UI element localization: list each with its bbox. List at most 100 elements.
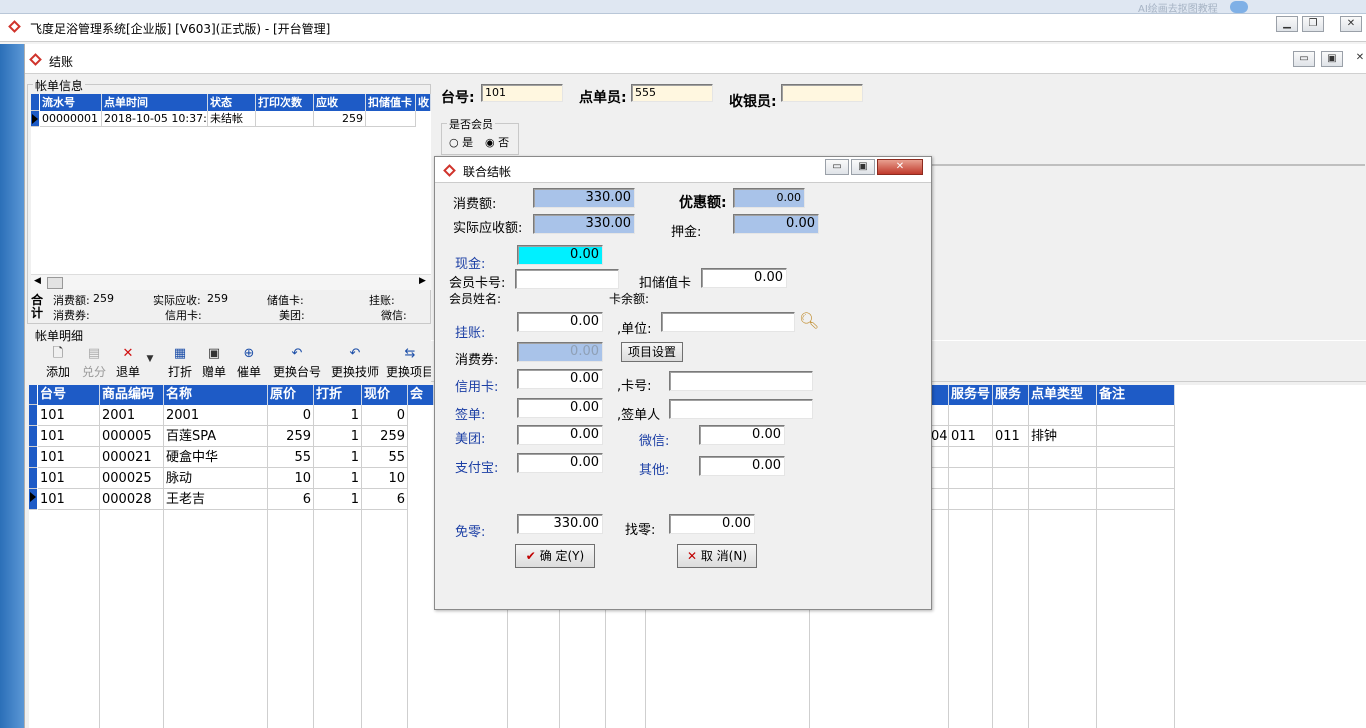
detail-cell-table[interactable]: 101 [38, 489, 100, 510]
alipay-field[interactable]: 0.00 [517, 453, 603, 473]
checkout-minimize-button[interactable]: ▭ [1293, 51, 1315, 67]
detail-cell-r4[interactable] [1097, 447, 1175, 468]
change-table-button[interactable]: ↶ 更换台号 [269, 344, 325, 382]
detail-cell-name[interactable]: 王老吉 [164, 489, 268, 510]
detail-cell-r2[interactable] [993, 489, 1029, 510]
detail-col-discount[interactable]: 打折 [314, 385, 362, 405]
detail-cell-r0[interactable]: 04: [929, 426, 949, 447]
detail-cell-name[interactable]: 百莲SPA [164, 426, 268, 447]
change-item-button[interactable]: ⇆ 更换项目 [385, 344, 435, 382]
detail-cell-name[interactable]: 硬盒中华 [164, 447, 268, 468]
detail-row-marker[interactable] [29, 447, 37, 468]
detail-col-price[interactable]: 原价 [268, 385, 314, 405]
detail-cell-r1[interactable] [949, 489, 993, 510]
detail-cell-now[interactable]: 10 [362, 468, 408, 489]
meituan-field[interactable]: 0.00 [517, 425, 603, 445]
detail-col-service-no[interactable]: 服务号 [949, 385, 993, 405]
bill-col-status[interactable]: 状态 [208, 94, 256, 111]
redeem-button[interactable]: ▤ 兑分 [77, 344, 111, 382]
detail-cell-r0[interactable] [929, 447, 949, 468]
detail-cell-r4[interactable] [1097, 426, 1175, 447]
detail-cell-code[interactable]: 000021 [100, 447, 164, 468]
detail-cell-table[interactable]: 101 [38, 447, 100, 468]
bill-cell-status[interactable]: 未结帐 [208, 111, 256, 127]
checkout-maximize-button[interactable]: ▣ [1321, 51, 1343, 67]
cash-field[interactable]: 0.00 [517, 245, 603, 265]
detail-cell-table[interactable]: 101 [38, 468, 100, 489]
detail-cell-discount[interactable]: 1 [314, 426, 362, 447]
bill-cell-card[interactable] [366, 111, 416, 127]
table-no-field[interactable]: 101 [481, 84, 563, 102]
deposit-field[interactable]: 0.00 [733, 214, 819, 234]
bill-col-receivable[interactable]: 应收 [314, 94, 366, 111]
voucher-field[interactable]: 0.00 [517, 342, 603, 362]
stored-card-field[interactable]: 0.00 [701, 268, 787, 288]
detail-cell-price[interactable]: 6 [268, 489, 314, 510]
combined-maximize-button[interactable]: ▣ [851, 159, 875, 175]
wechat-field[interactable]: 0.00 [699, 425, 785, 445]
item-settings-button[interactable]: 项目设置 [621, 342, 683, 362]
detail-cell-r0[interactable] [929, 489, 949, 510]
member-yes-radio[interactable]: ○ 是 [449, 134, 473, 150]
bill-col-extra[interactable]: 收 [416, 94, 431, 111]
change-field[interactable]: 0.00 [669, 514, 755, 534]
cardno-field[interactable] [669, 371, 813, 391]
member-card-field[interactable] [515, 269, 619, 289]
credit-field[interactable]: 0.00 [517, 312, 603, 332]
unit-field[interactable] [661, 312, 795, 332]
creditcard-field[interactable]: 0.00 [517, 369, 603, 389]
detail-cell-r3[interactable] [1029, 468, 1097, 489]
detail-cell-r2[interactable] [993, 447, 1029, 468]
detail-cell-code[interactable]: 000025 [100, 468, 164, 489]
detail-cell-price[interactable]: 10 [268, 468, 314, 489]
detail-col-note[interactable]: 备注 [1097, 385, 1175, 405]
refund-dropdown[interactable]: ▼ [143, 344, 157, 382]
detail-cell-r2[interactable] [993, 405, 1029, 426]
detail-cell-r1[interactable] [949, 447, 993, 468]
detail-cell-now[interactable]: 259 [362, 426, 408, 447]
rush-button[interactable]: ⊕ 催单 [231, 344, 267, 382]
detail-row-marker[interactable] [29, 426, 37, 447]
detail-col-member[interactable]: 会 [408, 385, 434, 405]
change-tech-button[interactable]: ↶ 更换技师 [327, 344, 383, 382]
detail-row-marker[interactable] [29, 468, 37, 489]
bill-cell-time[interactable]: 2018-10-05 10:37: [102, 111, 208, 127]
waiter-field[interactable]: 555 [631, 84, 713, 102]
bill-col-serial[interactable]: 流水号 [40, 94, 102, 111]
detail-cell-name[interactable]: 脉动 [164, 468, 268, 489]
refund-button[interactable]: ✕ 退单 [113, 344, 143, 382]
detail-cell-discount[interactable]: 1 [314, 447, 362, 468]
detail-col-order-type[interactable]: 点单类型 [1029, 385, 1097, 405]
actual-field[interactable]: 330.00 [533, 214, 635, 234]
detail-cell-name[interactable]: 2001 [164, 405, 268, 426]
detail-cell-table[interactable]: 101 [38, 426, 100, 447]
bill-row-marker[interactable] [31, 111, 39, 127]
detail-cell-code[interactable]: 000005 [100, 426, 164, 447]
detail-cell-r4[interactable] [1097, 489, 1175, 510]
detail-cell-discount[interactable]: 1 [314, 405, 362, 426]
search-icon[interactable]: 🔍︎ [799, 311, 819, 330]
detail-cell-now[interactable]: 55 [362, 447, 408, 468]
detail-cell-r1[interactable]: 011 [949, 426, 993, 447]
confirm-button[interactable]: ✔ 确 定(Y) [515, 544, 595, 568]
detail-cell-price[interactable]: 55 [268, 447, 314, 468]
detail-cell-r0[interactable] [929, 468, 949, 489]
main-minimize-button[interactable]: ▁ [1276, 16, 1298, 32]
bill-horizontal-scrollbar[interactable]: ◀ ▶ [31, 274, 431, 290]
detail-cell-r3[interactable] [1029, 489, 1097, 510]
bill-col-time[interactable]: 点单时间 [102, 94, 208, 111]
detail-col-table[interactable]: 台号 [38, 385, 100, 405]
detail-row-marker[interactable] [29, 405, 37, 426]
detail-cell-discount[interactable]: 1 [314, 489, 362, 510]
main-maximize-button[interactable]: ❐ [1302, 16, 1324, 32]
scroll-left-icon[interactable]: ◀ [34, 276, 41, 286]
bill-col-prints[interactable]: 打印次数 [256, 94, 314, 111]
detail-cell-now[interactable]: 6 [362, 489, 408, 510]
gift-button[interactable]: ▣ 赠单 [197, 344, 231, 382]
sign-field[interactable]: 0.00 [517, 398, 603, 418]
discount-field[interactable]: 0.00 [733, 188, 805, 208]
detail-col-service[interactable]: 服务 [993, 385, 1029, 405]
combined-close-button[interactable]: ✕ [877, 159, 923, 175]
waive-field[interactable]: 330.00 [517, 514, 603, 534]
add-button[interactable]: 🗋 添加 [41, 344, 75, 382]
